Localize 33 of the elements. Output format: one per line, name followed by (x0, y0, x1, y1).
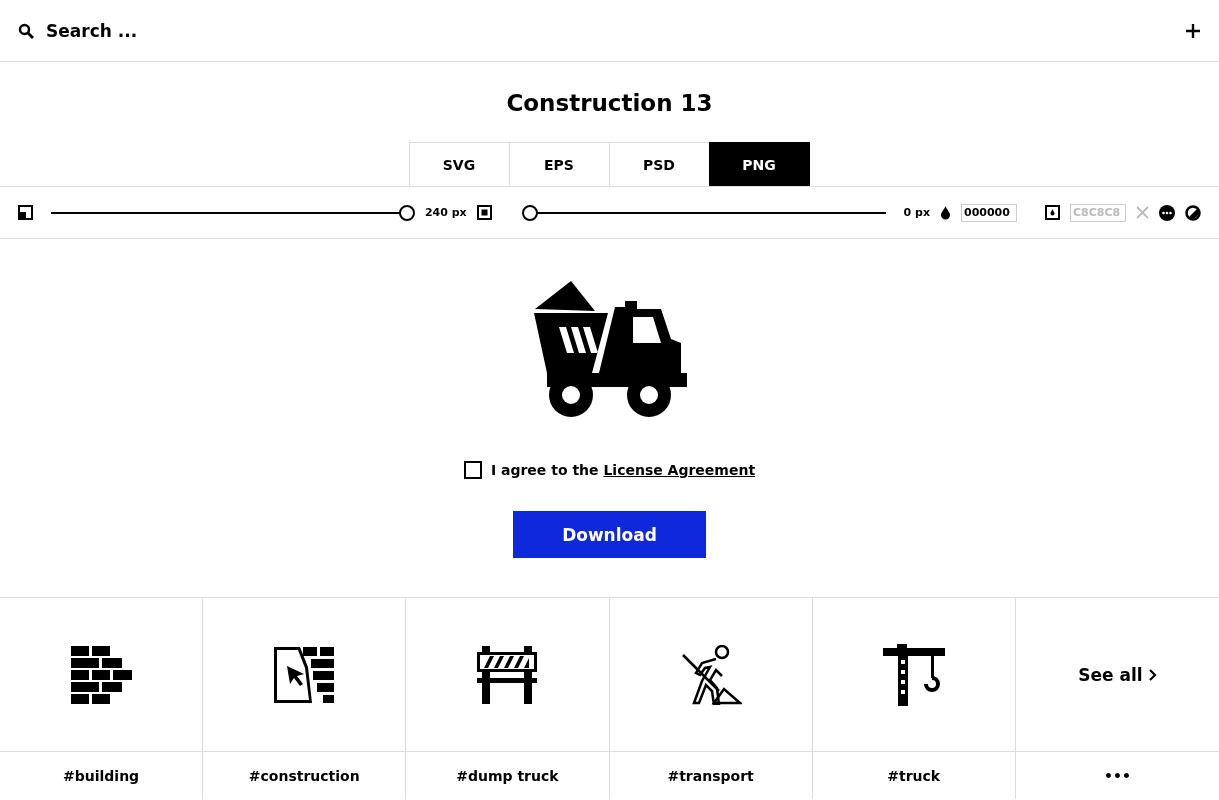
slider-thumb[interactable] (398, 204, 415, 221)
license-text: I agree to the License Agreement (490, 462, 756, 478)
crane-icon (882, 643, 945, 706)
wall-cursor-icon (273, 645, 336, 704)
see-all-link[interactable]: See all (1078, 664, 1157, 685)
add-icon[interactable] (1185, 22, 1201, 39)
size-reading: 0 px (903, 206, 930, 219)
color-field[interactable]: 000000 (961, 203, 1017, 222)
tag-link[interactable]: #construction (248, 767, 360, 784)
tag-link[interactable]: ••• (1104, 767, 1131, 784)
format-tab[interactable]: PNG (708, 142, 810, 186)
contrast-icon[interactable] (1185, 204, 1201, 221)
license-link[interactable]: License Agreement (603, 462, 756, 478)
format-tab[interactable]: SVG (408, 142, 510, 186)
size-reading: 240 px (424, 206, 467, 219)
tag-link[interactable]: #building (63, 767, 140, 784)
icon-title: Construction 13 (505, 90, 714, 118)
slider-thumb[interactable] (521, 204, 538, 221)
background-drop-icon (1045, 205, 1060, 220)
chevron-icon (1148, 668, 1157, 681)
barrier-icon (476, 645, 539, 704)
padding-icon (476, 205, 492, 220)
drop-icon (940, 205, 951, 220)
search-icon (18, 22, 34, 39)
tag-link[interactable]: #truck (887, 767, 941, 784)
tag-link[interactable]: #dump truck (456, 767, 559, 784)
worker-shovel-icon (679, 644, 742, 705)
bricks-icon (69, 645, 134, 704)
resize-icon (18, 205, 33, 220)
license-checkbox[interactable] (463, 461, 482, 479)
tag-link[interactable]: #transport (667, 767, 754, 784)
download-button[interactable]: Download (513, 511, 706, 558)
more-icon[interactable] (1159, 204, 1175, 221)
